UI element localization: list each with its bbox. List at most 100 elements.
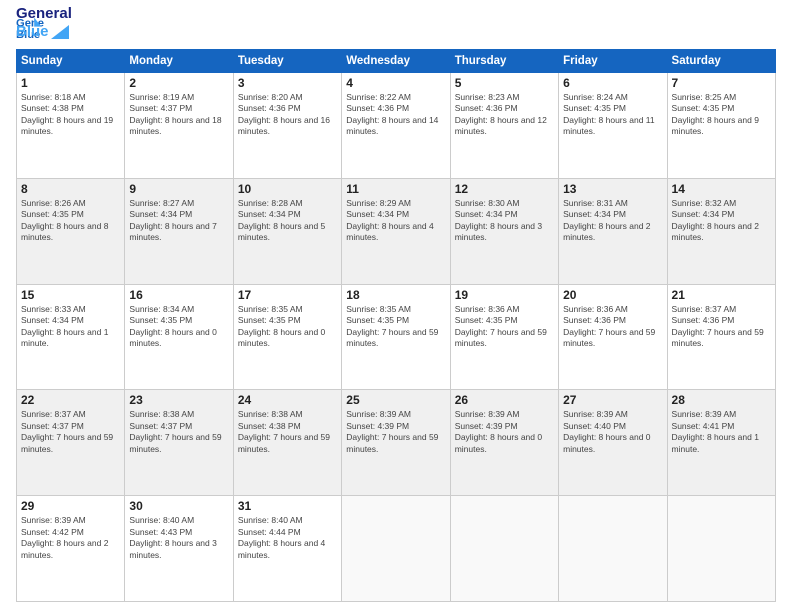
header: General Blue General Blue [16,12,776,41]
cell-details: Sunrise: 8:35 AMSunset: 4:35 PMDaylight:… [238,304,325,348]
day-number: 15 [21,288,120,302]
cell-details: Sunrise: 8:30 AMSunset: 4:34 PMDaylight:… [455,198,542,242]
calendar-cell: 14 Sunrise: 8:32 AMSunset: 4:34 PMDaylig… [667,178,775,284]
logo: General Blue General Blue [16,12,72,41]
calendar-day-header: Tuesday [233,50,341,73]
day-number: 27 [563,393,662,407]
day-number: 9 [129,182,228,196]
day-number: 20 [563,288,662,302]
calendar-day-header: Saturday [667,50,775,73]
calendar-cell [342,496,450,602]
day-number: 31 [238,499,337,513]
cell-details: Sunrise: 8:39 AMSunset: 4:39 PMDaylight:… [455,409,542,453]
calendar-cell: 1 Sunrise: 8:18 AMSunset: 4:38 PMDayligh… [17,73,125,179]
cell-details: Sunrise: 8:35 AMSunset: 4:35 PMDaylight:… [346,304,438,348]
day-number: 17 [238,288,337,302]
day-number: 18 [346,288,445,302]
calendar-cell: 29 Sunrise: 8:39 AMSunset: 4:42 PMDaylig… [17,496,125,602]
day-number: 28 [672,393,771,407]
day-number: 3 [238,76,337,90]
calendar-cell: 30 Sunrise: 8:40 AMSunset: 4:43 PMDaylig… [125,496,233,602]
calendar-cell: 8 Sunrise: 8:26 AMSunset: 4:35 PMDayligh… [17,178,125,284]
day-number: 6 [563,76,662,90]
calendar-header-row: SundayMondayTuesdayWednesdayThursdayFrid… [17,50,776,73]
calendar-cell: 20 Sunrise: 8:36 AMSunset: 4:36 PMDaylig… [559,284,667,390]
calendar-week-row: 15 Sunrise: 8:33 AMSunset: 4:34 PMDaylig… [17,284,776,390]
day-number: 29 [21,499,120,513]
day-number: 10 [238,182,337,196]
calendar-cell [667,496,775,602]
calendar-cell: 19 Sunrise: 8:36 AMSunset: 4:35 PMDaylig… [450,284,558,390]
calendar-cell: 11 Sunrise: 8:29 AMSunset: 4:34 PMDaylig… [342,178,450,284]
day-number: 8 [21,182,120,196]
day-number: 24 [238,393,337,407]
cell-details: Sunrise: 8:22 AMSunset: 4:36 PMDaylight:… [346,92,438,136]
calendar-cell: 27 Sunrise: 8:39 AMSunset: 4:40 PMDaylig… [559,390,667,496]
calendar-day-header: Monday [125,50,233,73]
day-number: 4 [346,76,445,90]
cell-details: Sunrise: 8:32 AMSunset: 4:34 PMDaylight:… [672,198,759,242]
calendar-week-row: 1 Sunrise: 8:18 AMSunset: 4:38 PMDayligh… [17,73,776,179]
calendar-cell: 13 Sunrise: 8:31 AMSunset: 4:34 PMDaylig… [559,178,667,284]
cell-details: Sunrise: 8:40 AMSunset: 4:44 PMDaylight:… [238,515,325,559]
calendar-cell: 2 Sunrise: 8:19 AMSunset: 4:37 PMDayligh… [125,73,233,179]
day-number: 7 [672,76,771,90]
cell-details: Sunrise: 8:38 AMSunset: 4:37 PMDaylight:… [129,409,221,453]
cell-details: Sunrise: 8:39 AMSunset: 4:41 PMDaylight:… [672,409,759,453]
calendar-cell [559,496,667,602]
cell-details: Sunrise: 8:37 AMSunset: 4:36 PMDaylight:… [672,304,764,348]
cell-details: Sunrise: 8:37 AMSunset: 4:37 PMDaylight:… [21,409,113,453]
calendar-week-row: 8 Sunrise: 8:26 AMSunset: 4:35 PMDayligh… [17,178,776,284]
calendar-day-header: Friday [559,50,667,73]
day-number: 23 [129,393,228,407]
calendar-cell: 7 Sunrise: 8:25 AMSunset: 4:35 PMDayligh… [667,73,775,179]
day-number: 5 [455,76,554,90]
calendar-cell: 17 Sunrise: 8:35 AMSunset: 4:35 PMDaylig… [233,284,341,390]
cell-details: Sunrise: 8:27 AMSunset: 4:34 PMDaylight:… [129,198,216,242]
cell-details: Sunrise: 8:40 AMSunset: 4:43 PMDaylight:… [129,515,216,559]
calendar-cell: 10 Sunrise: 8:28 AMSunset: 4:34 PMDaylig… [233,178,341,284]
calendar-cell: 24 Sunrise: 8:38 AMSunset: 4:38 PMDaylig… [233,390,341,496]
cell-details: Sunrise: 8:33 AMSunset: 4:34 PMDaylight:… [21,304,108,348]
cell-details: Sunrise: 8:38 AMSunset: 4:38 PMDaylight:… [238,409,330,453]
cell-details: Sunrise: 8:36 AMSunset: 4:36 PMDaylight:… [563,304,655,348]
calendar-table: SundayMondayTuesdayWednesdayThursdayFrid… [16,49,776,602]
calendar-cell: 15 Sunrise: 8:33 AMSunset: 4:34 PMDaylig… [17,284,125,390]
day-number: 16 [129,288,228,302]
calendar-cell: 18 Sunrise: 8:35 AMSunset: 4:35 PMDaylig… [342,284,450,390]
day-number: 1 [21,76,120,90]
page: General Blue General Blue [0,0,792,612]
calendar-week-row: 22 Sunrise: 8:37 AMSunset: 4:37 PMDaylig… [17,390,776,496]
cell-details: Sunrise: 8:25 AMSunset: 4:35 PMDaylight:… [672,92,759,136]
calendar-cell: 9 Sunrise: 8:27 AMSunset: 4:34 PMDayligh… [125,178,233,284]
cell-details: Sunrise: 8:26 AMSunset: 4:35 PMDaylight:… [21,198,108,242]
calendar-cell: 26 Sunrise: 8:39 AMSunset: 4:39 PMDaylig… [450,390,558,496]
calendar-cell: 6 Sunrise: 8:24 AMSunset: 4:35 PMDayligh… [559,73,667,179]
cell-details: Sunrise: 8:29 AMSunset: 4:34 PMDaylight:… [346,198,433,242]
cell-details: Sunrise: 8:39 AMSunset: 4:39 PMDaylight:… [346,409,438,453]
cell-details: Sunrise: 8:31 AMSunset: 4:34 PMDaylight:… [563,198,650,242]
calendar-cell: 31 Sunrise: 8:40 AMSunset: 4:44 PMDaylig… [233,496,341,602]
calendar-cell: 16 Sunrise: 8:34 AMSunset: 4:35 PMDaylig… [125,284,233,390]
day-number: 13 [563,182,662,196]
calendar-cell: 21 Sunrise: 8:37 AMSunset: 4:36 PMDaylig… [667,284,775,390]
cell-details: Sunrise: 8:20 AMSunset: 4:36 PMDaylight:… [238,92,330,136]
cell-details: Sunrise: 8:39 AMSunset: 4:42 PMDaylight:… [21,515,108,559]
day-number: 14 [672,182,771,196]
calendar-cell: 25 Sunrise: 8:39 AMSunset: 4:39 PMDaylig… [342,390,450,496]
calendar-cell: 23 Sunrise: 8:38 AMSunset: 4:37 PMDaylig… [125,390,233,496]
calendar-week-row: 29 Sunrise: 8:39 AMSunset: 4:42 PMDaylig… [17,496,776,602]
calendar-cell: 4 Sunrise: 8:22 AMSunset: 4:36 PMDayligh… [342,73,450,179]
calendar-cell: 5 Sunrise: 8:23 AMSunset: 4:36 PMDayligh… [450,73,558,179]
day-number: 19 [455,288,554,302]
cell-details: Sunrise: 8:39 AMSunset: 4:40 PMDaylight:… [563,409,650,453]
day-number: 2 [129,76,228,90]
cell-details: Sunrise: 8:19 AMSunset: 4:37 PMDaylight:… [129,92,221,136]
cell-details: Sunrise: 8:23 AMSunset: 4:36 PMDaylight:… [455,92,547,136]
cell-details: Sunrise: 8:34 AMSunset: 4:35 PMDaylight:… [129,304,216,348]
calendar-day-header: Wednesday [342,50,450,73]
cell-details: Sunrise: 8:36 AMSunset: 4:35 PMDaylight:… [455,304,547,348]
calendar-cell: 3 Sunrise: 8:20 AMSunset: 4:36 PMDayligh… [233,73,341,179]
calendar-day-header: Sunday [17,50,125,73]
day-number: 26 [455,393,554,407]
